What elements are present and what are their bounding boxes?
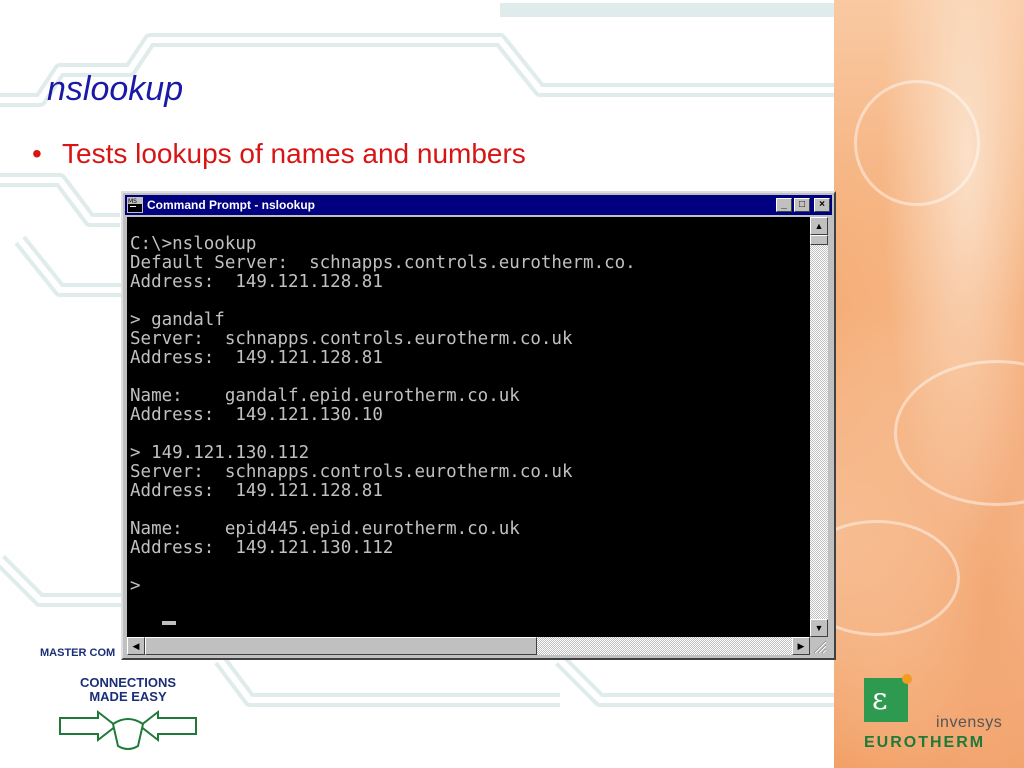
maximize-button[interactable]: □ — [794, 198, 810, 212]
horizontal-scroll-thumb[interactable] — [145, 637, 537, 655]
window-titlebar[interactable]: MS Command Prompt - nslookup _ □ × — [125, 195, 832, 215]
console-output[interactable]: C:\>nslookup Default Server: schnapps.co… — [127, 217, 810, 637]
logo-line-1: CONNECTIONS — [79, 675, 177, 690]
ms-dos-icon[interactable]: MS — [127, 197, 143, 213]
horizontal-scrollbar[interactable]: ◀ ▶ — [127, 637, 810, 655]
handshake-icon — [59, 709, 197, 750]
eurotherm-logo: ε invensys EUROTHERM — [862, 674, 1012, 760]
bullet-marker: • — [32, 138, 42, 169]
resize-grip-icon[interactable] — [810, 637, 828, 655]
text-cursor — [162, 621, 176, 625]
bullet-text: Tests lookups of names and numbers — [62, 138, 526, 169]
logo-line-2: MADE EASY — [89, 689, 167, 704]
svg-text:MS: MS — [128, 198, 137, 205]
decorative-photo-panel — [794, 0, 1024, 768]
window-title: Command Prompt - nslookup — [147, 198, 315, 212]
vertical-scroll-thumb[interactable] — [810, 235, 828, 245]
bullet-point: • Tests lookups of names and numbers — [32, 138, 526, 170]
command-prompt-window[interactable]: MS Command Prompt - nslookup _ □ × C:\>n… — [121, 191, 836, 660]
scroll-left-arrow-icon[interactable]: ◀ — [127, 637, 145, 655]
close-button[interactable]: × — [814, 198, 830, 212]
connections-made-easy-logo: CONNECTIONS MADE EASY — [58, 676, 198, 756]
invensys-text: invensys — [936, 714, 1003, 731]
eurotherm-emblem-icon: ε — [864, 674, 912, 722]
scroll-up-arrow-icon[interactable]: ▲ — [810, 217, 828, 235]
minimize-button[interactable]: _ — [776, 198, 792, 212]
emblem-letter: ε — [872, 682, 888, 717]
slide-title: nslookup — [47, 70, 184, 108]
eurotherm-text: EUROTHERM — [864, 734, 986, 751]
scroll-right-arrow-icon[interactable]: ▶ — [792, 637, 810, 655]
scroll-down-arrow-icon[interactable]: ▼ — [810, 619, 828, 637]
vertical-scrollbar[interactable]: ▲ ▼ — [810, 217, 828, 637]
console-text: C:\>nslookup Default Server: schnapps.co… — [130, 234, 636, 596]
master-footer-text: MASTER COM — [40, 647, 116, 659]
